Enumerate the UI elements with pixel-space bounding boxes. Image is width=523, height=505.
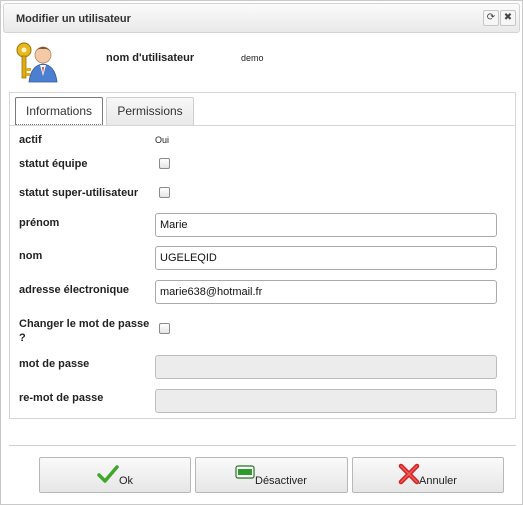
restore-icon[interactable]: ⟳: [483, 10, 499, 26]
prenom-label: prénom: [19, 217, 60, 229]
username-value: demo: [241, 53, 264, 63]
nom-input[interactable]: [155, 246, 497, 270]
changer-mdp-checkbox[interactable]: [159, 323, 170, 334]
deactivate-button[interactable]: Désactiver: [195, 457, 348, 493]
statut-equipe-checkbox[interactable]: [159, 158, 170, 169]
close-icon[interactable]: ✖: [500, 10, 516, 26]
checkmark-icon: [97, 465, 119, 483]
statut-super-checkbox[interactable]: [159, 187, 170, 198]
cancel-button-label: Annuler: [419, 475, 457, 487]
dialog-title: Modifier un utilisateur: [16, 13, 131, 25]
email-label: adresse électronique: [19, 284, 130, 296]
changer-mdp-label-line2: ?: [19, 332, 26, 344]
actif-value: Oui: [155, 135, 170, 145]
user-keys-icon: [16, 42, 58, 83]
footer-divider: [9, 445, 516, 446]
re-mot-de-passe-label: re-mot de passe: [19, 392, 104, 404]
changer-mdp-label: Changer le mot de passe ?: [19, 317, 149, 345]
cancel-button[interactable]: Annuler: [352, 457, 504, 493]
deactivate-button-label: Désactiver: [255, 475, 307, 487]
tabs-panel: Informations Permissions actif Oui statu…: [9, 92, 516, 419]
email-input[interactable]: [155, 280, 497, 304]
tab-informations[interactable]: Informations: [15, 97, 103, 125]
dialog-titlebar: Modifier un utilisateur ⟳ ✖: [3, 3, 520, 33]
re-mot-de-passe-input[interactable]: [155, 389, 497, 413]
cross-icon: [398, 463, 420, 485]
changer-mdp-label-line1: Changer le mot de passe: [19, 318, 150, 330]
user-header: nom d'utilisateur demo: [1, 35, 523, 87]
actif-label: actif: [19, 134, 42, 146]
mot-de-passe-input[interactable]: [155, 355, 497, 379]
ok-button[interactable]: Ok: [39, 457, 191, 493]
username-label: nom d'utilisateur: [106, 52, 195, 64]
statut-super-label: statut super-utilisateur: [19, 187, 139, 199]
tab-permissions[interactable]: Permissions: [106, 97, 194, 125]
edit-user-dialog: Modifier un utilisateur ⟳ ✖ nom d'utilis…: [0, 0, 523, 505]
statut-equipe-label: statut équipe: [19, 158, 88, 170]
ok-button-label: Ok: [119, 475, 134, 487]
prenom-input[interactable]: [155, 213, 497, 237]
deactivate-icon: [235, 465, 255, 479]
tab-divider: [10, 125, 515, 126]
nom-label: nom: [19, 250, 43, 262]
mot-de-passe-label: mot de passe: [19, 358, 90, 370]
